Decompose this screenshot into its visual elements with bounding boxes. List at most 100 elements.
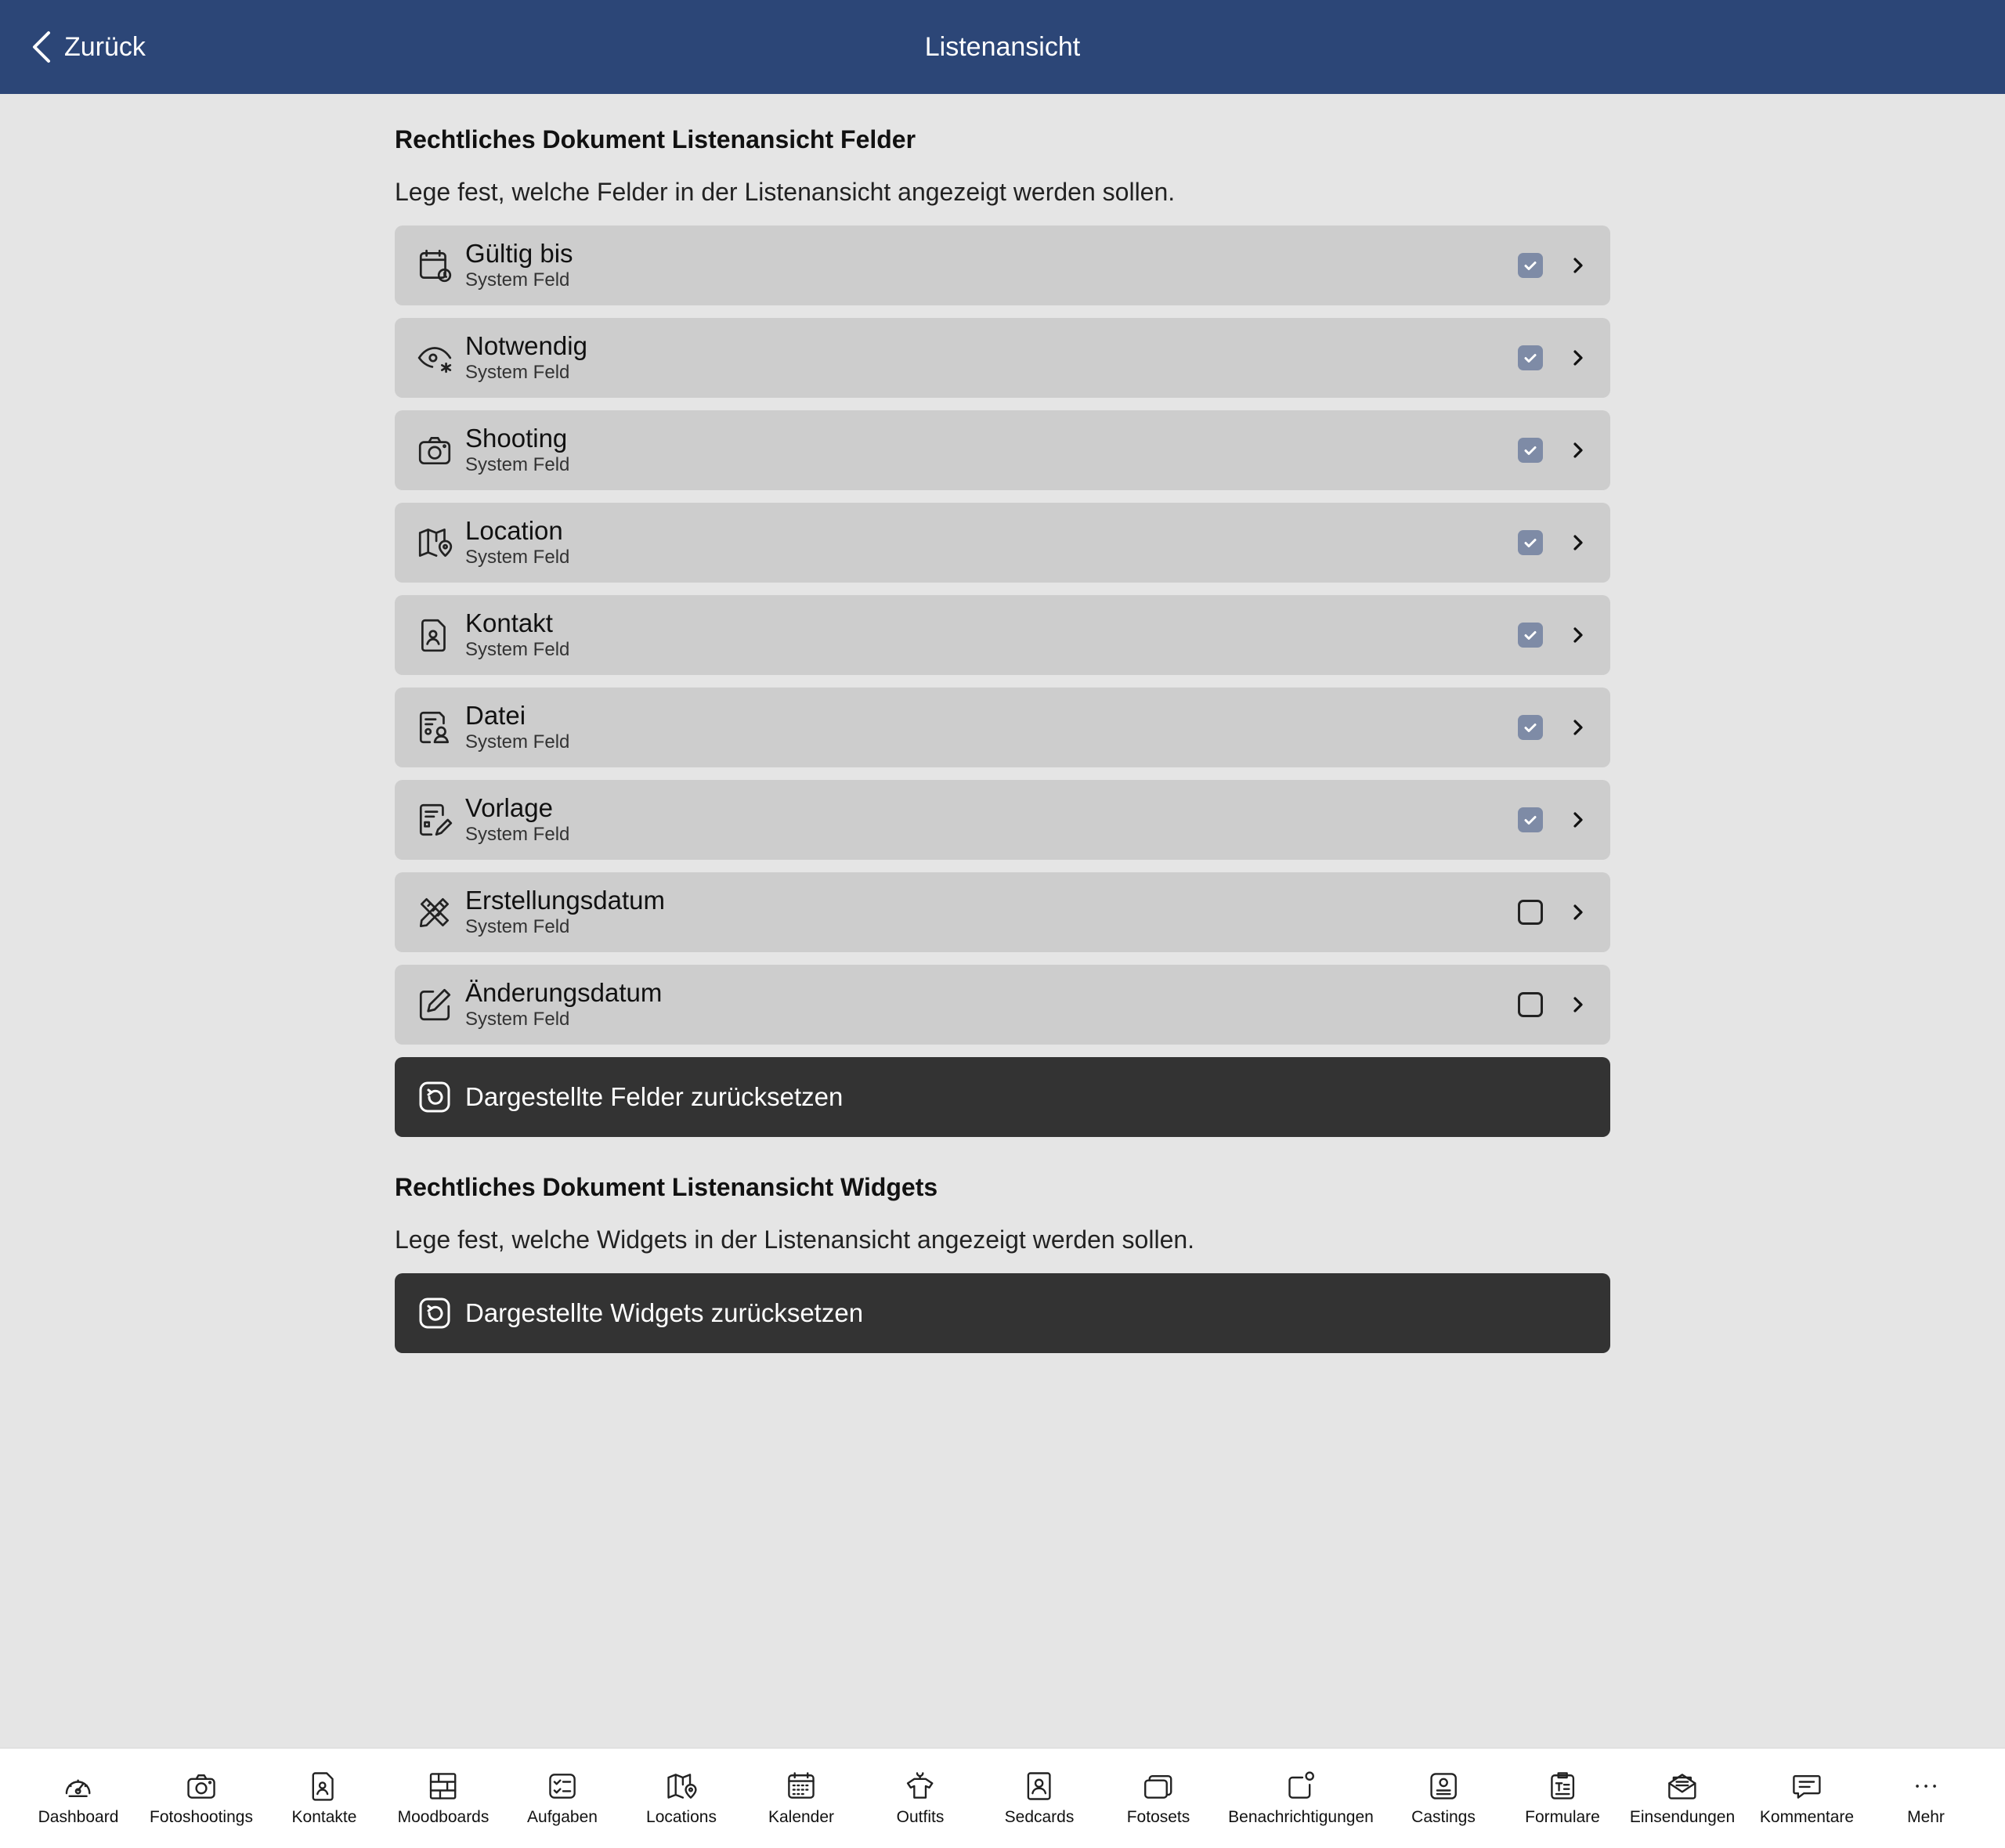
field-icon	[415, 431, 454, 470]
notification-icon	[1288, 1771, 1314, 1799]
tab-dashboard[interactable]: Dashboard	[38, 1749, 118, 1848]
tab-einsendungen[interactable]: Einsendungen	[1630, 1749, 1735, 1848]
checkbox-checked[interactable]	[1518, 253, 1543, 278]
field-name: Vorlage	[465, 793, 553, 822]
field-name: Gültig bis	[465, 239, 573, 268]
sedcard-icon	[1028, 1772, 1051, 1800]
checkbox-checked[interactable]	[1518, 623, 1543, 648]
outfit-icon	[907, 1772, 934, 1799]
checkbox-checked[interactable]	[1518, 715, 1543, 740]
field-text: Location System Feld	[465, 516, 1518, 569]
field-subtitle: System Feld	[465, 547, 570, 568]
tab-label: Kalender	[768, 1808, 835, 1826]
tab-moodboards[interactable]: Moodboards	[398, 1749, 489, 1848]
tab-locations[interactable]: Locations	[646, 1749, 717, 1848]
field-icon	[415, 338, 454, 377]
field-row[interactable]: Location System Feld	[395, 503, 1610, 583]
camera-icon	[187, 1774, 215, 1799]
map-pin-icon	[667, 1774, 697, 1799]
field-icon	[415, 523, 454, 562]
chevron-right-icon[interactable]	[1570, 438, 1587, 463]
field-row[interactable]: Vorlage System Feld	[395, 780, 1610, 860]
checkbox-checked[interactable]	[1518, 345, 1543, 370]
field-row[interactable]: Erstellungsdatum System Feld	[395, 872, 1610, 952]
tab-outfits[interactable]: Outfits	[897, 1749, 944, 1848]
tab-castings[interactable]: Castings	[1411, 1749, 1476, 1848]
field-name: Notwendig	[465, 331, 587, 360]
tab-kalender[interactable]: Kalender	[768, 1749, 834, 1848]
chevron-right-icon[interactable]	[1570, 345, 1587, 370]
checkmark-icon	[1524, 816, 1537, 825]
calendar-icon	[788, 1772, 815, 1799]
field-text: Vorlage System Feld	[465, 793, 1518, 846]
reset-fields-label: Dargestellte Felder zurücksetzen	[465, 1082, 844, 1111]
field-row[interactable]: Änderungsdatum System Feld	[395, 965, 1610, 1045]
chevron-right-icon[interactable]	[1570, 807, 1587, 832]
reset-icon	[419, 1081, 450, 1113]
field-subtitle: System Feld	[465, 824, 570, 845]
field-row[interactable]: Shooting System Feld	[395, 410, 1610, 490]
chevron-left-icon	[33, 31, 50, 63]
tab-benachrichtigungen[interactable]: Benachrichtigungen	[1228, 1749, 1374, 1848]
chevron-right-icon[interactable]	[1570, 623, 1587, 648]
form-icon	[1551, 1772, 1574, 1799]
field-subtitle: System Feld	[465, 269, 570, 291]
calendar-clock-icon	[419, 249, 452, 283]
field-row[interactable]: Notwendig System Feld	[395, 318, 1610, 398]
field-icon	[415, 246, 454, 285]
tab-label: Einsendungen	[1629, 1808, 1736, 1826]
field-row[interactable]: Kontakt System Feld	[395, 595, 1610, 675]
tab-kommentare[interactable]: Kommentare	[1760, 1749, 1854, 1848]
field-text: Änderungsdatum System Feld	[465, 978, 1518, 1031]
back-button[interactable]: Zurück	[30, 0, 146, 94]
checkbox-checked[interactable]	[1518, 807, 1543, 832]
chevron-right-icon[interactable]	[1570, 530, 1587, 555]
field-row[interactable]: Gültig bis System Feld	[395, 226, 1610, 305]
checkbox-unchecked[interactable]	[1518, 900, 1543, 925]
field-subtitle: System Feld	[465, 1009, 570, 1030]
edit-square-icon	[419, 988, 451, 1021]
reset-fields-button[interactable]: Dargestellte Felder zurücksetzen	[395, 1057, 1610, 1137]
checkmark-icon	[1524, 539, 1537, 547]
tab-label: Aufgaben	[527, 1808, 598, 1826]
checkbox-checked[interactable]	[1518, 530, 1543, 555]
contact-card-icon	[421, 619, 446, 652]
tab-sedcards[interactable]: Sedcards	[1004, 1749, 1075, 1848]
tab-fotosets[interactable]: Fotosets	[1127, 1749, 1190, 1848]
tab-label: Formulare	[1525, 1808, 1600, 1826]
mail-open-icon	[1668, 1774, 1696, 1799]
main-content: Rechtliches Dokument Listenansicht Felde…	[395, 125, 1610, 1353]
chevron-right-icon[interactable]	[1570, 992, 1587, 1017]
top-navigation-bar: Zurück Listenansicht	[0, 0, 2005, 94]
field-icon	[415, 985, 454, 1024]
tab-fotoshootings[interactable]: Fotoshootings	[150, 1749, 253, 1848]
bottom-tab-bar: Dashboard Fotoshootings Kontakte Moodboards…	[0, 1748, 2005, 1848]
more-icon	[1916, 1785, 1936, 1788]
tab-label: Sedcards	[1004, 1808, 1075, 1826]
moodboard-icon	[430, 1773, 457, 1799]
checkmark-icon	[1524, 724, 1537, 732]
fields-section-title: Rechtliches Dokument Listenansicht Felde…	[395, 125, 916, 153]
field-text: Kontakt System Feld	[465, 608, 1518, 662]
field-name: Datei	[465, 701, 526, 730]
checkbox-checked[interactable]	[1518, 438, 1543, 463]
field-name: Shooting	[465, 424, 568, 453]
dashboard-icon	[66, 1779, 91, 1798]
tab-aufgaben[interactable]: Aufgaben	[527, 1749, 598, 1848]
tab-formulare[interactable]: Formulare	[1525, 1749, 1600, 1848]
chevron-right-icon[interactable]	[1570, 715, 1587, 740]
tab-mehr[interactable]: Mehr	[1907, 1749, 1945, 1848]
field-name: Änderungsdatum	[465, 978, 663, 1007]
chevron-right-icon[interactable]	[1570, 900, 1587, 925]
pencil-ruler-icon	[419, 897, 450, 928]
comment-icon	[1793, 1774, 1821, 1799]
casting-icon	[1430, 1773, 1457, 1799]
field-text: Datei System Feld	[465, 701, 1518, 754]
checkbox-unchecked[interactable]	[1518, 992, 1543, 1017]
chevron-right-icon[interactable]	[1570, 253, 1587, 278]
reset-widgets-button[interactable]: Dargestellte Widgets zurücksetzen	[395, 1273, 1610, 1353]
fields-section: Rechtliches Dokument Listenansicht Felde…	[395, 125, 1610, 1137]
page-title: Listenansicht	[924, 31, 1081, 62]
field-row[interactable]: Datei System Feld	[395, 688, 1610, 767]
tab-kontakte[interactable]: Kontakte	[292, 1749, 356, 1848]
